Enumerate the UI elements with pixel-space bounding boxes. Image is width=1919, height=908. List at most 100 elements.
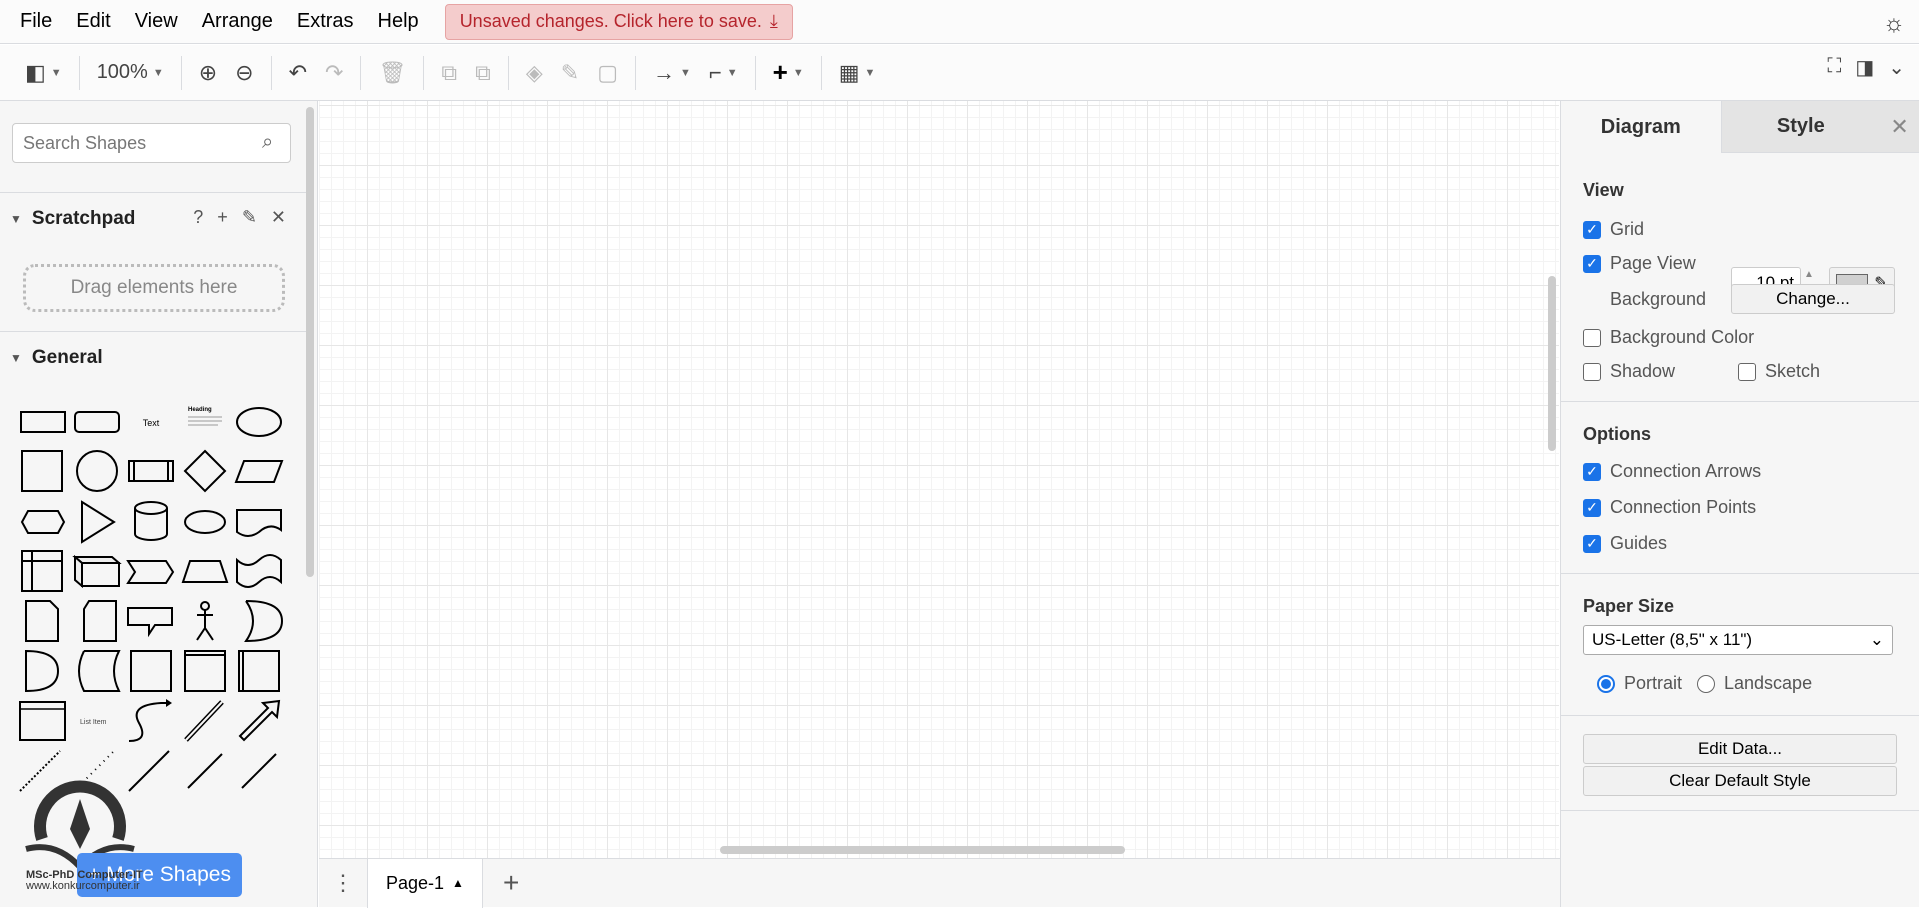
help-icon[interactable]: ? [193,207,203,228]
shape-bidirectional-connector[interactable] [178,746,232,796]
shape-or[interactable] [232,596,286,646]
shape-arrow[interactable] [232,696,286,746]
sun-icon[interactable]: ☼ [1883,10,1905,38]
shape-card[interactable] [70,596,124,646]
connection-arrows-checkbox[interactable]: ✓ Connection Arrows [1583,461,1761,482]
waypoints-icon[interactable]: ⌐ ▼ [700,53,747,93]
zoom-out-icon[interactable]: ⊖ [226,53,262,93]
vertical-scrollbar[interactable] [1548,276,1556,451]
shape-hexagon[interactable] [16,496,70,546]
shape-circle[interactable] [70,446,124,496]
close-icon[interactable]: ✕ [271,207,286,228]
horizontal-scrollbar[interactable] [720,846,1125,854]
format-panel-toggle[interactable]: ◧ ▼ [16,53,71,93]
tab-style[interactable]: Style [1720,101,1881,153]
search-shapes-input[interactable] [12,123,291,163]
sidebar-scrollbar[interactable] [306,107,314,577]
insert-icon[interactable]: + ▼ [764,53,813,93]
scratchpad-dropzone[interactable]: Drag elements here [23,264,285,312]
general-header[interactable]: ▼ General [0,331,306,383]
shape-list-item[interactable]: List Item [70,696,124,746]
connection-points-checkbox[interactable]: ✓ Connection Points [1583,497,1756,518]
diagram-canvas[interactable] [319,101,1559,858]
paper-size-select[interactable]: US-Letter (8,5" x 11") ⌄ [1583,625,1893,655]
menu-file[interactable]: File [8,10,64,33]
shape-cloud[interactable] [178,496,232,546]
shape-container[interactable] [124,646,178,696]
shape-triangle[interactable] [70,496,124,546]
guides-checkbox[interactable]: ✓ Guides [1583,533,1667,554]
menu-edit[interactable]: Edit [64,10,122,33]
chevron-up-icon[interactable]: ▲ [452,876,464,890]
shape-rectangle[interactable] [16,396,70,446]
shape-cylinder[interactable] [124,496,178,546]
shape-vertical-swimlane[interactable] [232,646,286,696]
menu-arrange[interactable]: Arrange [190,10,285,33]
shape-trapezoid[interactable] [178,546,232,596]
to-back-icon[interactable]: ⧉ [466,53,500,93]
table-icon[interactable]: ▦ ▼ [830,53,885,93]
shape-directional-connector[interactable] [232,746,286,796]
chevron-down-icon: ▼ [792,66,804,79]
clear-default-style-button[interactable]: Clear Default Style [1583,766,1897,796]
shape-process[interactable] [124,446,178,496]
search-icon[interactable]: ⌕ [262,131,273,154]
redo-icon[interactable]: ↷ [316,53,352,93]
tab-diagram[interactable]: Diagram [1561,101,1721,153]
shape-text[interactable]: Text [124,396,178,446]
to-front-icon[interactable]: ⧉ [432,53,466,93]
grid-checkbox[interactable]: ✓ Grid [1583,219,1644,240]
menu-extras[interactable]: Extras [285,10,366,33]
add-page-icon[interactable]: + [503,867,519,899]
shape-bidirectional-arrow[interactable] [178,696,232,746]
menu-view[interactable]: View [123,10,190,33]
shape-data-storage[interactable] [70,646,124,696]
shape-ellipse[interactable] [232,396,286,446]
shape-callout[interactable] [124,596,178,646]
delete-icon[interactable]: 🗑 [369,53,415,93]
page-tab[interactable]: Page-1 ▲ [367,858,483,908]
shape-document[interactable] [232,496,286,546]
shape-delay[interactable] [16,646,70,696]
shape-tape[interactable] [232,546,286,596]
shape-heading[interactable]: Heading [178,396,232,446]
shape-note[interactable] [16,596,70,646]
unsaved-changes-button[interactable]: Unsaved changes. Click here to save. ⤓ [444,3,793,40]
shape-parallelogram[interactable] [232,446,286,496]
edit-data-button[interactable]: Edit Data... [1583,734,1897,764]
fullscreen-icon[interactable]: ⛶ [1827,55,1841,80]
portrait-radio[interactable]: Portrait [1597,673,1682,694]
shape-curve[interactable] [124,696,178,746]
line-color-icon[interactable]: ✎ [552,53,588,93]
shape-cube[interactable] [70,546,124,596]
zoom-in-icon[interactable]: ⊕ [190,53,226,93]
shadow-icon[interactable]: ▢ [588,53,627,93]
close-icon[interactable]: ✕ [1880,101,1919,153]
landscape-radio[interactable]: Landscape [1697,673,1812,694]
connection-icon[interactable]: → ▼ [644,53,700,93]
fill-color-icon[interactable]: ◈ [517,53,552,93]
page-menu-icon[interactable]: ⋮ [319,870,367,896]
shape-rounded-rectangle[interactable] [70,396,124,446]
shape-diamond[interactable] [178,446,232,496]
scratchpad-header[interactable]: ▼ Scratchpad ? + ✎ ✕ [0,192,306,244]
shadow-checkbox[interactable]: Shadow [1583,361,1675,382]
shape-actor[interactable] [178,596,232,646]
sketch-checkbox[interactable]: Sketch [1738,361,1820,382]
shape-list[interactable] [16,696,70,746]
shape-internal-storage[interactable] [16,546,70,596]
shape-square[interactable] [16,446,70,496]
shape-step[interactable] [124,546,178,596]
menu-help[interactable]: Help [366,10,431,33]
zoom-dropdown[interactable]: 100% ▼ [88,53,173,93]
undo-icon[interactable]: ↶ [280,53,316,93]
shape-swimlane[interactable] [178,646,232,696]
collapse-icon[interactable]: ⌄ [1888,55,1905,80]
panel-icon[interactable]: ◨ [1855,55,1874,80]
edit-icon[interactable]: ✎ [242,207,257,228]
add-icon[interactable]: + [217,207,228,228]
page-view-checkbox[interactable]: ✓ Page View [1583,253,1696,274]
background-color-checkbox[interactable]: Background Color [1583,327,1754,348]
change-background-button[interactable]: Change... [1731,284,1895,314]
checkbox-checked-icon: ✓ [1583,498,1601,517]
